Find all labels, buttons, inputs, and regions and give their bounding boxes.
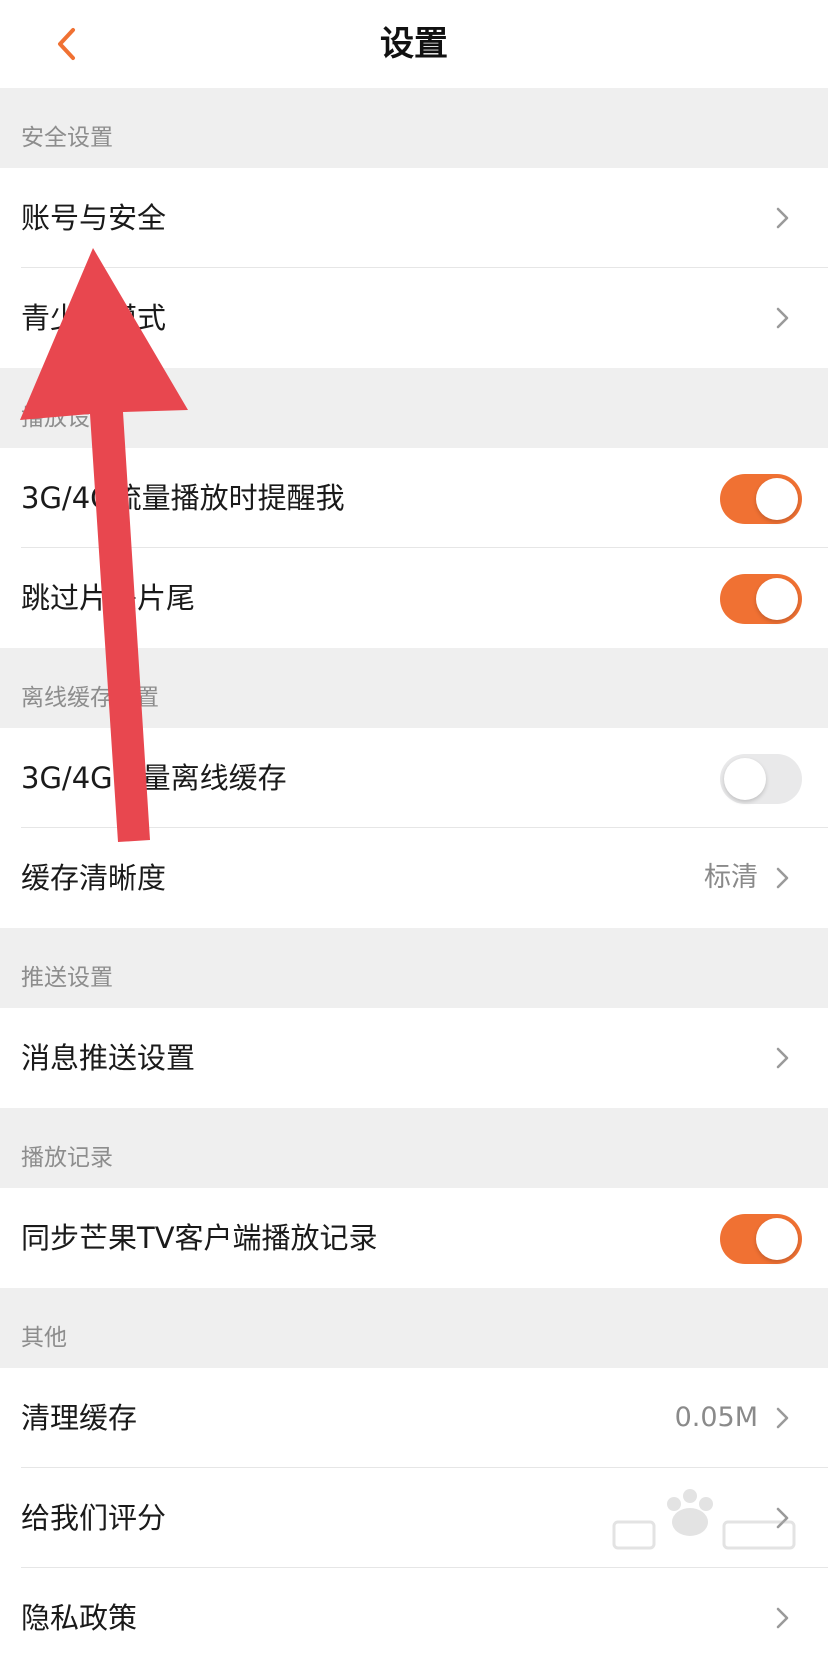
row-label: 给我们评分 bbox=[21, 1501, 167, 1535]
row-label: 跳过片头片尾 bbox=[21, 581, 196, 615]
row-value: 0.05M bbox=[674, 1402, 758, 1433]
row-label: 同步芒果TV客户端播放记录 bbox=[21, 1221, 378, 1255]
row-label: 青少年模式 bbox=[21, 301, 167, 335]
row-sync-history: 同步芒果TV客户端播放记录 bbox=[0, 1188, 828, 1288]
row-rate-us[interactable]: 给我们评分 bbox=[0, 1468, 828, 1568]
chevron-right-icon bbox=[776, 867, 789, 889]
section-header-security: 安全设置 bbox=[0, 88, 828, 168]
row-label: 3G/4G流量播放时提醒我 bbox=[21, 481, 345, 515]
row-label: 缓存清晰度 bbox=[21, 861, 167, 895]
settings-list: 安全设置 账号与安全 青少年模式 播放设置 3G/4G流量播放时提醒我 跳过片头… bbox=[0, 88, 828, 1668]
row-label: 隐私政策 bbox=[21, 1601, 138, 1635]
chevron-right-icon bbox=[776, 1407, 789, 1429]
row-youth-mode[interactable]: 青少年模式 bbox=[0, 268, 828, 368]
chevron-right-icon bbox=[776, 1507, 789, 1529]
row-message-push[interactable]: 消息推送设置 bbox=[0, 1008, 828, 1108]
row-label: 消息推送设置 bbox=[21, 1041, 196, 1075]
section-header-playback: 播放设置 bbox=[0, 368, 828, 448]
section-header-offline: 离线缓存设置 bbox=[0, 648, 828, 728]
row-cellular-remind: 3G/4G流量播放时提醒我 bbox=[0, 448, 828, 548]
chevron-right-icon bbox=[776, 1607, 789, 1629]
skip-intro-toggle[interactable] bbox=[720, 574, 802, 624]
row-cellular-cache: 3G/4G流量离线缓存 bbox=[0, 728, 828, 828]
row-skip-intro: 跳过片头片尾 bbox=[0, 548, 828, 648]
row-label: 3G/4G流量离线缓存 bbox=[21, 761, 287, 795]
toggle-knob bbox=[756, 1218, 798, 1260]
toggle-knob bbox=[724, 758, 766, 800]
navigation-bar: 设置 bbox=[0, 0, 828, 88]
toggle-knob bbox=[756, 578, 798, 620]
chevron-right-icon bbox=[776, 1047, 789, 1069]
row-label: 清理缓存 bbox=[21, 1401, 138, 1435]
section-header-other: 其他 bbox=[0, 1288, 828, 1368]
section-header-history: 播放记录 bbox=[0, 1108, 828, 1188]
page-title: 设置 bbox=[380, 24, 448, 64]
chevron-right-icon bbox=[776, 207, 789, 229]
toggle-knob bbox=[756, 478, 798, 520]
sync-history-toggle[interactable] bbox=[720, 1214, 802, 1264]
row-account-security[interactable]: 账号与安全 bbox=[0, 168, 828, 268]
row-cache-quality[interactable]: 缓存清晰度 标清 bbox=[0, 828, 828, 928]
row-label: 账号与安全 bbox=[21, 201, 167, 235]
row-value: 标清 bbox=[704, 862, 758, 893]
row-privacy-policy[interactable]: 隐私政策 bbox=[0, 1568, 828, 1668]
chevron-right-icon bbox=[776, 307, 789, 329]
row-clear-cache[interactable]: 清理缓存 0.05M bbox=[0, 1368, 828, 1468]
cellular-cache-toggle[interactable] bbox=[720, 754, 802, 804]
section-header-push: 推送设置 bbox=[0, 928, 828, 1008]
cellular-remind-toggle[interactable] bbox=[720, 474, 802, 524]
